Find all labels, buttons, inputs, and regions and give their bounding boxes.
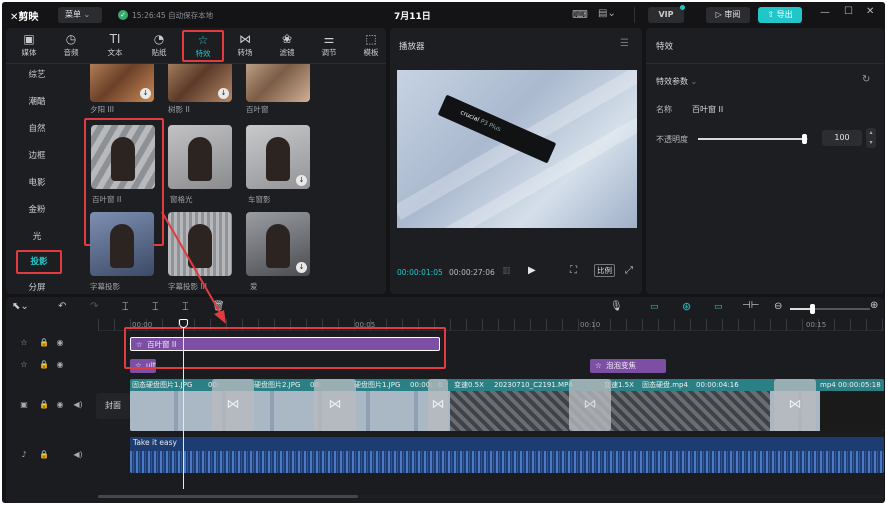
app-window: ✕剪映 菜单 ⌄ ✓ 15:26:45 自动保存本地 7月11日 ⌨ ▤⌄ VI… xyxy=(2,2,885,503)
annotation-arrow xyxy=(161,211,226,324)
arrow-head xyxy=(214,310,226,324)
arrow-line xyxy=(161,211,223,317)
